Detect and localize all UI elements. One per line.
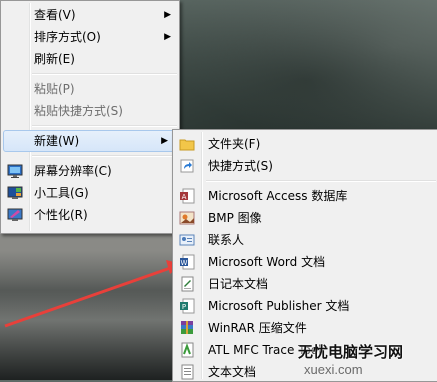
submenu-item-publisher-document[interactable]: P Microsoft Publisher 文档 xyxy=(173,295,437,317)
bmp-icon xyxy=(179,211,195,225)
access-icon: A xyxy=(180,188,195,204)
menu-item-label: 粘贴(P) xyxy=(34,82,75,96)
menu-item-label: Microsoft Word 文档 xyxy=(208,255,326,269)
submenu-item-shortcut[interactable]: 快捷方式(S) xyxy=(173,155,437,177)
monitor-icon xyxy=(7,164,23,178)
submenu-item-folder[interactable]: 文件夹(F) xyxy=(173,133,437,155)
menu-item-label: Microsoft Publisher 文档 xyxy=(208,299,350,313)
site-watermark-url: xuexi.com xyxy=(304,362,363,377)
menu-item-label: 查看(V) xyxy=(34,8,76,22)
menu-item-label: 联系人 xyxy=(208,233,245,247)
gadgets-icon xyxy=(7,186,23,199)
menu-item-sort-by[interactable]: 排序方式(O) ▶ xyxy=(1,26,179,48)
menu-item-label: 个性化(R) xyxy=(34,208,88,222)
svg-text:P: P xyxy=(182,303,186,311)
submenu-item-bmp-image[interactable]: BMP 图像 xyxy=(173,207,437,229)
submenu-item-winrar-archive[interactable]: WinRAR 压缩文件 xyxy=(173,317,437,339)
menu-item-label: 排序方式(O) xyxy=(34,30,101,44)
submenu-item-journal-document[interactable]: 日记本文档 xyxy=(173,273,437,295)
menu-separator xyxy=(32,73,177,75)
trace-tool-icon xyxy=(181,342,194,358)
personalize-icon xyxy=(7,208,23,221)
menu-item-label: 文件夹(F) xyxy=(208,137,261,151)
menu-item-label: 快捷方式(S) xyxy=(208,159,273,173)
menu-item-label: 日记本文档 xyxy=(208,277,269,291)
site-watermark: 无忧电脑学习网 xyxy=(298,344,404,361)
folder-icon xyxy=(179,139,195,151)
menu-item-label: Microsoft Access 数据库 xyxy=(208,189,348,203)
menu-item-label: 屏幕分辨率(C) xyxy=(34,164,112,178)
menu-item-label: 粘贴快捷方式(S) xyxy=(34,104,123,118)
menu-separator xyxy=(206,180,436,182)
submenu-arrow-icon: ▶ xyxy=(161,136,168,146)
menu-item-label: BMP 图像 xyxy=(208,211,262,225)
publisher-icon: P xyxy=(180,298,195,314)
word-icon: W xyxy=(180,254,195,270)
menu-item-gadgets[interactable]: 小工具(G) xyxy=(1,182,179,204)
menu-item-new[interactable]: 新建(W) ▶ xyxy=(3,130,177,152)
submenu-item-access-database[interactable]: A Microsoft Access 数据库 xyxy=(173,185,437,207)
desktop-context-menu: 查看(V) ▶ 排序方式(O) ▶ 刷新(E) 粘贴(P) 粘贴快捷方式(S) 新建… xyxy=(0,0,180,234)
menu-item-label: WinRAR 压缩文件 xyxy=(208,321,307,335)
menu-item-label: 刷新(E) xyxy=(34,52,75,66)
menu-item-label: 小工具(G) xyxy=(34,186,89,200)
svg-text:W: W xyxy=(181,259,188,267)
shortcut-icon xyxy=(180,159,194,173)
contact-icon xyxy=(179,234,195,246)
svg-text:A: A xyxy=(182,193,187,201)
menu-item-view[interactable]: 查看(V) ▶ xyxy=(1,4,179,26)
menu-item-label: 新建(W) xyxy=(34,134,80,148)
submenu-arrow-icon: ▶ xyxy=(164,32,171,42)
menu-item-label: 文本文档 xyxy=(208,365,257,379)
menu-separator xyxy=(32,155,177,157)
menu-item-personalize[interactable]: 个性化(R) xyxy=(1,204,179,226)
submenu-arrow-icon: ▶ xyxy=(164,10,171,20)
winrar-icon xyxy=(181,321,193,334)
menu-item-refresh[interactable]: 刷新(E) xyxy=(1,48,179,70)
text-doc-icon xyxy=(181,364,194,380)
menu-item-paste[interactable]: 粘贴(P) xyxy=(1,78,179,100)
menu-separator xyxy=(32,125,177,127)
journal-icon xyxy=(181,276,194,292)
submenu-item-contact[interactable]: 联系人 xyxy=(173,229,437,251)
submenu-item-word-document[interactable]: W Microsoft Word 文档 xyxy=(173,251,437,273)
menu-item-screen-resolution[interactable]: 屏幕分辨率(C) xyxy=(1,160,179,182)
menu-item-paste-shortcut[interactable]: 粘贴快捷方式(S) xyxy=(1,100,179,122)
